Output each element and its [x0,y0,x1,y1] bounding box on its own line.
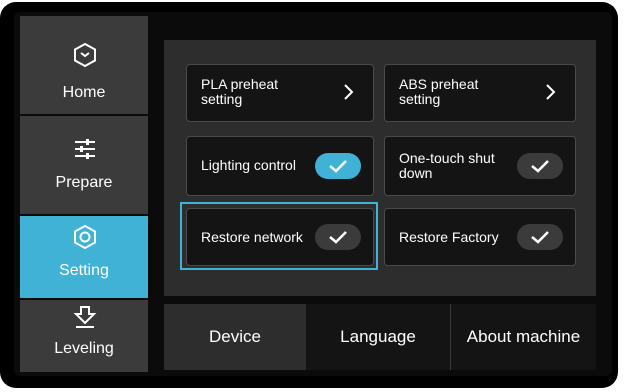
abs-preheat-line2: setting [399,91,441,107]
focus-highlight [180,202,378,270]
chevron-right-icon [541,83,559,101]
sidebar-item-label: Leveling [54,340,114,357]
sidebar-item-leveling[interactable]: Leveling [20,300,148,372]
tab-about-machine[interactable]: About machine [450,304,596,370]
chevron-right-icon [339,83,357,101]
sidebar-item-label: Setting [59,262,109,279]
one-touch-line1: One-touch shut [399,150,495,166]
sidebar: Home Prepare Setting Leveling [20,16,148,372]
sliders-icon [72,136,98,162]
restore-factory-confirm-button[interactable] [517,224,563,250]
sidebar-item-label: Prepare [55,174,113,191]
bottom-tab-bar: Device Language About machine [164,304,596,370]
lighting-control-label: Lighting control [201,157,296,173]
pla-preheat-setting-button[interactable]: PLA preheat setting [186,64,374,122]
pla-preheat-line1: PLA preheat [201,76,279,92]
leveling-icon [72,304,98,330]
abs-preheat-setting-button[interactable]: ABS preheat setting [384,64,576,122]
tab-language[interactable]: Language [306,304,450,370]
check-icon [329,160,347,173]
check-icon [531,231,549,244]
one-touch-line2: down [399,165,433,181]
settings-nut-icon [72,224,98,250]
tab-device[interactable]: Device [164,304,306,370]
lighting-control-toggle[interactable] [315,153,361,179]
sidebar-item-home[interactable]: Home [20,16,148,114]
one-touch-shutdown-toggle[interactable] [517,153,563,179]
sidebar-item-prepare[interactable]: Prepare [20,116,148,214]
lighting-control-tile: Lighting control [186,136,374,196]
check-icon [531,160,549,173]
home-hex-icon [72,42,98,68]
sidebar-item-label: Home [62,84,106,101]
one-touch-shutdown-tile: One-touch shut down [384,136,576,196]
restore-factory-tile: Restore Factory [384,208,576,266]
sidebar-item-setting[interactable]: Setting [20,216,148,298]
abs-preheat-line1: ABS preheat [399,76,479,92]
restore-factory-label: Restore Factory [399,229,499,245]
pla-preheat-line2: setting [201,91,243,107]
